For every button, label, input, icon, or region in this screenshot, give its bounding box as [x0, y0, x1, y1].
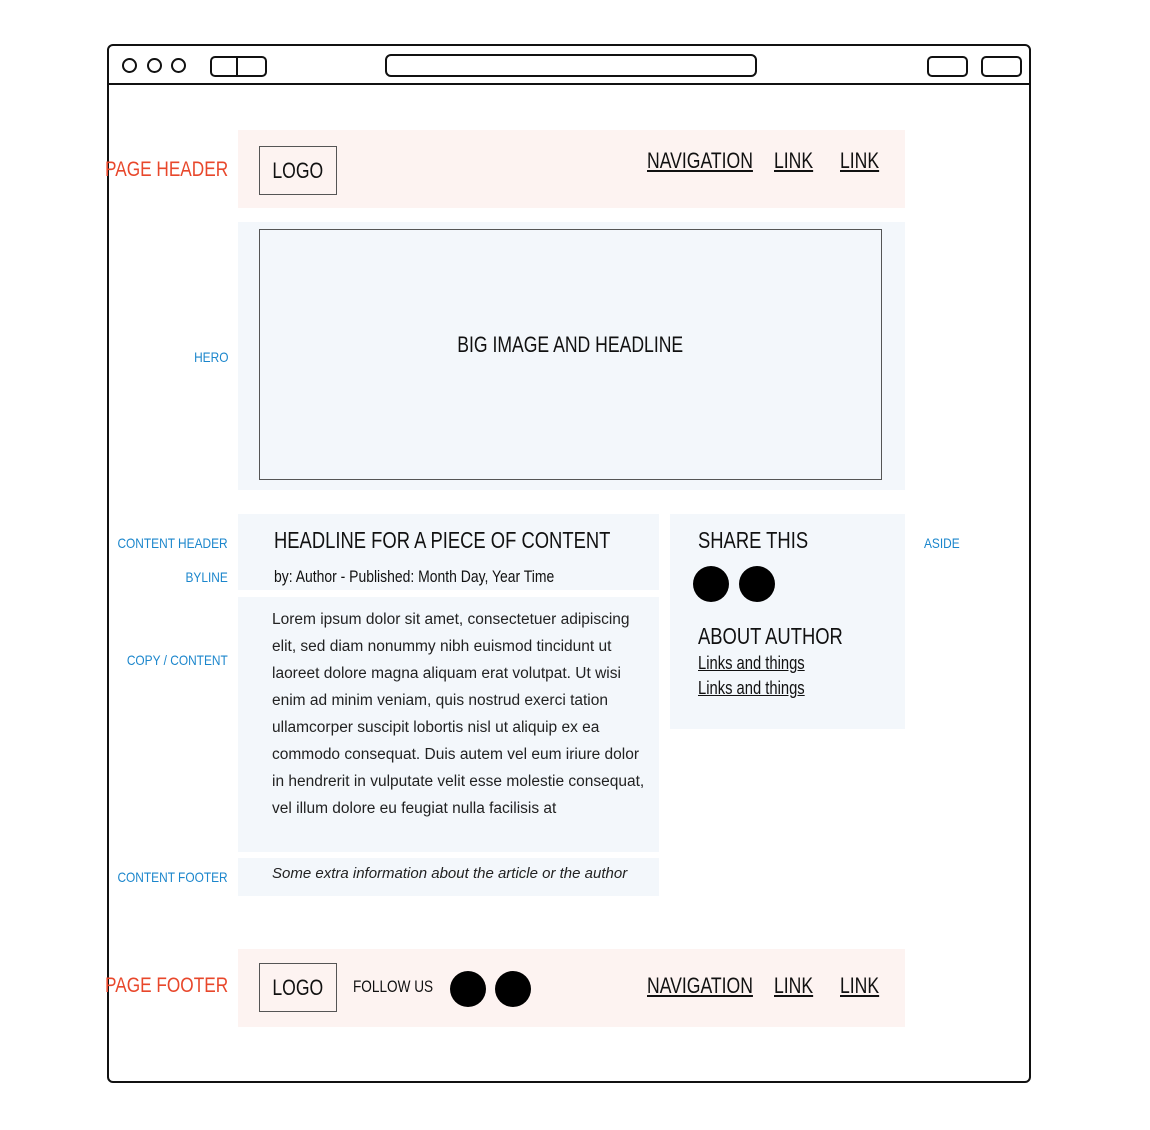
label-hero: HERO — [193, 349, 228, 365]
header-logo-text: LOGO — [272, 157, 324, 183]
content-footer-text: Some extra information about the article… — [272, 865, 628, 882]
label-content-header: CONTENT HEADER — [117, 535, 228, 551]
hero-image: BIG IMAGE AND HEADLINE — [259, 229, 882, 480]
footer-nav-link-2[interactable]: LINK — [840, 973, 879, 999]
browser-titlebar — [109, 46, 1029, 85]
window-action-button[interactable] — [927, 56, 968, 77]
share-title: SHARE THIS — [698, 527, 809, 553]
header-nav-navigation[interactable]: NAVIGATION — [647, 148, 753, 174]
header-nav-link-2[interactable]: LINK — [840, 148, 879, 174]
footer-logo[interactable]: LOGO — [259, 963, 337, 1012]
share-icon[interactable] — [739, 566, 775, 602]
label-content-footer: CONTENT FOOTER — [117, 869, 228, 885]
author-link[interactable]: Links and things — [698, 653, 805, 674]
social-icon[interactable] — [450, 971, 486, 1007]
label-copy: COPY / CONTENT — [127, 652, 228, 668]
label-aside: ASIDE — [924, 535, 960, 551]
address-bar[interactable] — [385, 54, 757, 77]
content-body: Lorem ipsum dolor sit amet, consectetuer… — [272, 611, 645, 817]
header-nav-link-1[interactable]: LINK — [774, 148, 813, 174]
header-logo[interactable]: LOGO — [259, 146, 337, 195]
tab-toggle-button[interactable] — [210, 56, 267, 77]
hero-headline: BIG IMAGE AND HEADLINE — [457, 332, 684, 357]
label-page-header: PAGE HEADER — [104, 158, 228, 181]
author-link[interactable]: Links and things — [698, 678, 805, 699]
window-minimize-dot[interactable] — [147, 58, 162, 73]
window-menu-button[interactable] — [981, 56, 1022, 77]
footer-nav-navigation[interactable]: NAVIGATION — [647, 973, 753, 999]
window-maximize-dot[interactable] — [171, 58, 186, 73]
footer-nav-link-1[interactable]: LINK — [774, 973, 813, 999]
label-page-footer: PAGE FOOTER — [104, 974, 228, 997]
share-icon[interactable] — [693, 566, 729, 602]
content-headline: HEADLINE FOR A PIECE OF CONTENT — [274, 527, 611, 553]
footer-logo-text: LOGO — [272, 974, 324, 1000]
label-byline: BYLINE — [185, 569, 228, 585]
window-close-dot[interactable] — [122, 58, 137, 73]
content-byline: by: Author - Published: Month Day, Year … — [274, 567, 555, 586]
follow-us-label: FOLLOW US — [353, 977, 434, 996]
social-icon[interactable] — [495, 971, 531, 1007]
about-author-title: ABOUT AUTHOR — [698, 623, 843, 649]
